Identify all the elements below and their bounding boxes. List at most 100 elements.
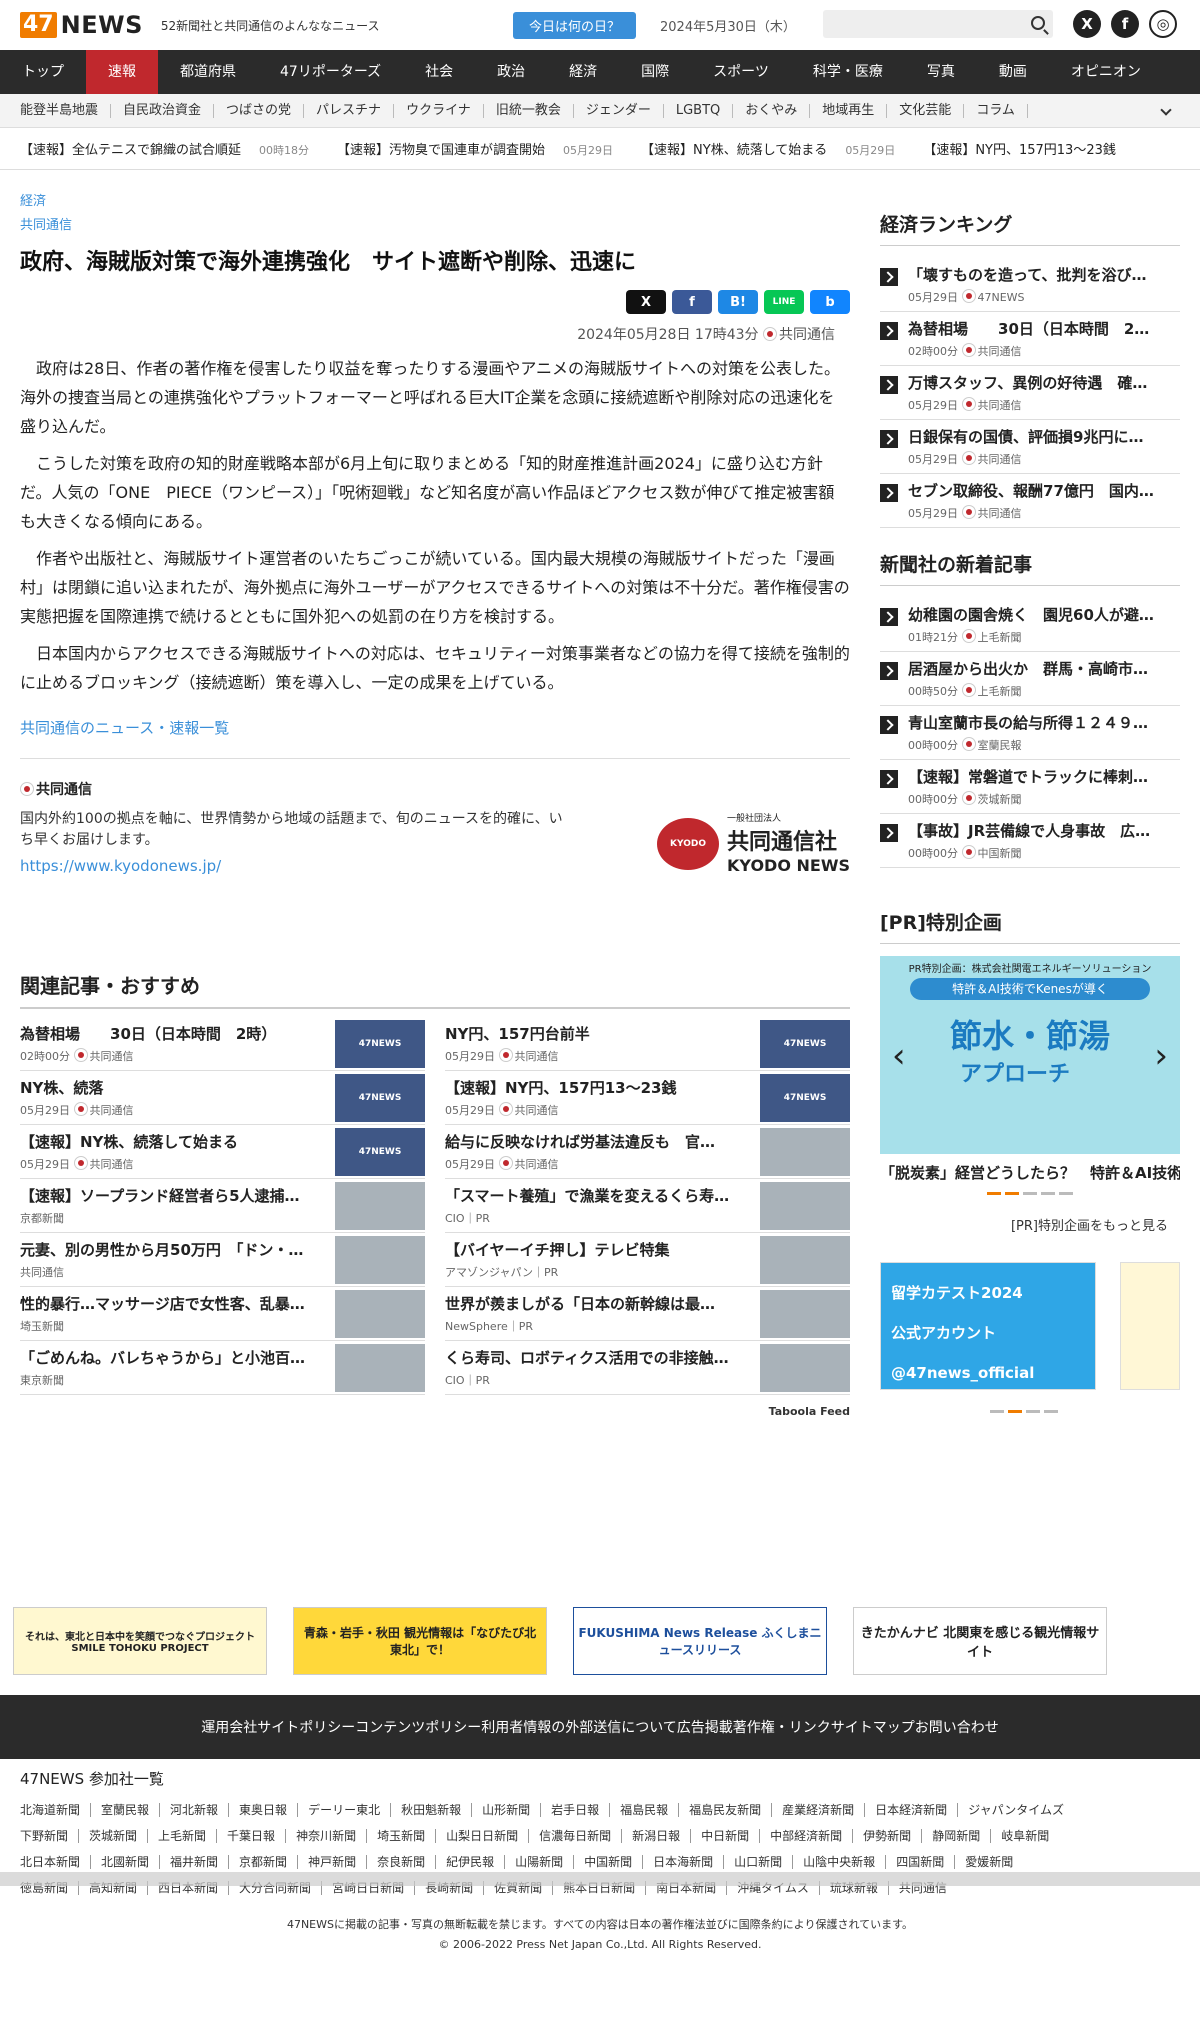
- member-link[interactable]: 神戸新聞: [297, 1855, 367, 1869]
- member-link[interactable]: 下野新聞: [20, 1829, 78, 1843]
- topic-link[interactable]: つばさの党: [214, 103, 305, 118]
- newest-item[interactable]: 【速報】常磐道でトラックに棒刺… 00時00分 茨城新聞: [880, 760, 1180, 814]
- ticker-item[interactable]: 【速報】汚物臭で国連車が調査開始 05月29日: [337, 139, 613, 158]
- footer-banner-kitakan[interactable]: きたかんナビ 北関東を感じる観光情報サイト: [853, 1607, 1107, 1675]
- chevron-down-icon[interactable]: [1160, 104, 1172, 116]
- related-item[interactable]: 為替相場 30日（日本時間 2時） 02時00分 共同通信: [20, 1017, 425, 1071]
- member-link[interactable]: 産業経済新聞: [771, 1803, 865, 1817]
- category-link[interactable]: 経済: [20, 190, 850, 214]
- x-twitter-icon[interactable]: X: [1073, 10, 1101, 38]
- nav-item[interactable]: スポーツ: [691, 50, 791, 94]
- related-item[interactable]: 給与に反映なければ労基法違反も 官… 05月29日 共同通信: [445, 1125, 850, 1179]
- topic-link[interactable]: LGBTQ: [664, 103, 734, 118]
- ticker-item[interactable]: 【速報】NY株、続落して始まる 05月29日: [641, 139, 895, 158]
- nav-item[interactable]: トップ: [0, 50, 86, 94]
- member-link[interactable]: 上毛新聞: [147, 1829, 217, 1843]
- carousel-dot[interactable]: [987, 1192, 1001, 1195]
- member-link[interactable]: 日本経済新聞: [864, 1803, 958, 1817]
- member-link[interactable]: 山陰中央新報: [792, 1855, 886, 1869]
- member-link[interactable]: 岩手日報: [540, 1803, 610, 1817]
- carousel-dot[interactable]: [1044, 1410, 1058, 1413]
- footer-link[interactable]: 利用者情報の外部送信について: [481, 1717, 677, 1737]
- topic-link[interactable]: 能登半島地震: [20, 103, 112, 118]
- footer-link[interactable]: お問い合わせ: [915, 1717, 999, 1737]
- source-url-link[interactable]: https://www.kyodonews.jp/: [20, 857, 570, 875]
- nav-item[interactable]: 47リポーターズ: [258, 50, 403, 94]
- footer-banner-fukushima[interactable]: FUKUSHIMA News Release ふくしまニュースリリース: [573, 1607, 827, 1675]
- member-link[interactable]: 四国新聞: [885, 1855, 955, 1869]
- newest-item[interactable]: 居酒屋から出火か 群馬・高崎市… 00時50分 上毛新聞: [880, 652, 1180, 706]
- related-item[interactable]: 世界が羨ましがる「日本の新幹線は最… NewSphere｜PR: [445, 1287, 850, 1341]
- ranking-item[interactable]: 為替相場 30日（日本時間 2… 02時00分 共同通信: [880, 312, 1180, 366]
- nav-item[interactable]: 社会: [403, 50, 475, 94]
- related-item[interactable]: 【速報】ソープランド経営者ら5人逮捕… 京都新聞: [20, 1179, 425, 1233]
- member-link[interactable]: 千葉日報: [216, 1829, 286, 1843]
- member-link[interactable]: 福島民報: [609, 1803, 679, 1817]
- carousel-dot[interactable]: [1008, 1410, 1022, 1413]
- member-link[interactable]: 山陽新聞: [504, 1855, 574, 1869]
- footer-link[interactable]: 著作権・リンク: [733, 1717, 831, 1737]
- ranking-item[interactable]: 「壊すものを造って、批判を浴び… 05月29日 47NEWS: [880, 258, 1180, 312]
- facebook-icon[interactable]: f: [1111, 10, 1139, 38]
- member-link[interactable]: 北國新聞: [90, 1855, 160, 1869]
- member-link[interactable]: 茨城新聞: [78, 1829, 148, 1843]
- topic-link[interactable]: コラム: [964, 103, 1028, 118]
- member-link[interactable]: 中国新聞: [573, 1855, 643, 1869]
- member-link[interactable]: 京都新聞: [228, 1855, 298, 1869]
- pr-more-link[interactable]: [PR]特別企画をもっと見る: [880, 1215, 1180, 1234]
- carousel-dot[interactable]: [1041, 1192, 1055, 1195]
- nav-item[interactable]: 科学・医療: [791, 50, 905, 94]
- member-link[interactable]: 愛媛新聞: [954, 1855, 1024, 1869]
- footer-link[interactable]: サイトマップ: [831, 1717, 915, 1737]
- member-link[interactable]: 岐阜新聞: [990, 1829, 1060, 1843]
- today-in-history-button[interactable]: 今日は何の日？: [513, 12, 637, 39]
- nav-item[interactable]: 速報: [86, 50, 158, 94]
- related-item[interactable]: NY株、続落 05月29日 共同通信: [20, 1071, 425, 1125]
- share-facebook-button[interactable]: f: [672, 290, 712, 314]
- topic-link[interactable]: 文化芸能: [887, 103, 965, 118]
- member-link[interactable]: ジャパンタイムズ: [957, 1803, 1074, 1817]
- newest-item[interactable]: 青山室蘭市長の給与所得１２４９… 00時00分 室蘭民報: [880, 706, 1180, 760]
- member-link[interactable]: 山口新聞: [723, 1855, 793, 1869]
- carousel-dot[interactable]: [1059, 1192, 1073, 1195]
- member-link[interactable]: 中部経済新聞: [759, 1829, 853, 1843]
- member-link[interactable]: 神奈川新聞: [285, 1829, 367, 1843]
- related-item[interactable]: くら寿司、ロボティクス活用での非接触… CIO｜PR: [445, 1341, 850, 1395]
- carousel-dot[interactable]: [990, 1410, 1004, 1413]
- topic-link[interactable]: ウクライナ: [394, 103, 484, 118]
- member-link[interactable]: 福井新聞: [159, 1855, 229, 1869]
- topic-link[interactable]: 地域再生: [810, 103, 888, 118]
- nav-item[interactable]: 写真: [905, 50, 977, 94]
- pr-caption[interactable]: 「脱炭素」経営どうしたら？ 特許＆AI技術でKenesが導く節水・節湯ア…: [880, 1162, 1180, 1184]
- share-x-button[interactable]: X: [626, 290, 666, 314]
- member-link[interactable]: デーリー東北: [297, 1803, 391, 1817]
- topic-link[interactable]: 自民政治資金: [111, 103, 215, 118]
- member-link[interactable]: 河北新報: [159, 1803, 229, 1817]
- member-link[interactable]: 新潟日報: [621, 1829, 691, 1843]
- member-link[interactable]: 信濃毎日新聞: [528, 1829, 622, 1843]
- ranking-item[interactable]: 日銀保有の国債、評価損9兆円に… 05月29日 共同通信: [880, 420, 1180, 474]
- carousel-dot[interactable]: [1026, 1410, 1040, 1413]
- newest-item[interactable]: 幼稚園の園舎焼く 園児60人が避… 01時21分 上毛新聞: [880, 598, 1180, 652]
- member-link[interactable]: 北海道新聞: [20, 1803, 90, 1817]
- side-banner[interactable]: 留学カテスト2024 公式アカウント @47news_official: [880, 1262, 1097, 1390]
- ticker-item[interactable]: 【速報】NY円、157円13〜23銭: [923, 139, 1134, 158]
- member-link[interactable]: 北日本新聞: [20, 1855, 90, 1869]
- nav-item[interactable]: 動画: [977, 50, 1049, 94]
- topic-link[interactable]: おくやみ: [733, 103, 811, 118]
- member-link[interactable]: 山梨日日新聞: [435, 1829, 529, 1843]
- newest-item[interactable]: 【事故】JR芸備線で人身事故 広… 00時00分 中国新聞: [880, 814, 1180, 868]
- member-link[interactable]: 静岡新聞: [921, 1829, 991, 1843]
- carousel-dot[interactable]: [1005, 1192, 1019, 1195]
- nav-item[interactable]: 政治: [475, 50, 547, 94]
- member-link[interactable]: 福島民友新聞: [678, 1803, 772, 1817]
- member-link[interactable]: 中日新聞: [690, 1829, 760, 1843]
- related-item[interactable]: 「ごめんね。バレちゃうから」と小池百… 東京新聞: [20, 1341, 425, 1395]
- member-link[interactable]: 秋田魁新報: [390, 1803, 472, 1817]
- carousel-dot[interactable]: [1023, 1192, 1037, 1195]
- share-line-button[interactable]: LINE: [764, 290, 804, 314]
- member-link[interactable]: 日本海新聞: [642, 1855, 724, 1869]
- member-link[interactable]: 室蘭民報: [90, 1803, 160, 1817]
- footer-link[interactable]: コンテンツポリシー: [355, 1717, 481, 1737]
- carousel-next-icon[interactable]: ›: [1154, 1036, 1168, 1076]
